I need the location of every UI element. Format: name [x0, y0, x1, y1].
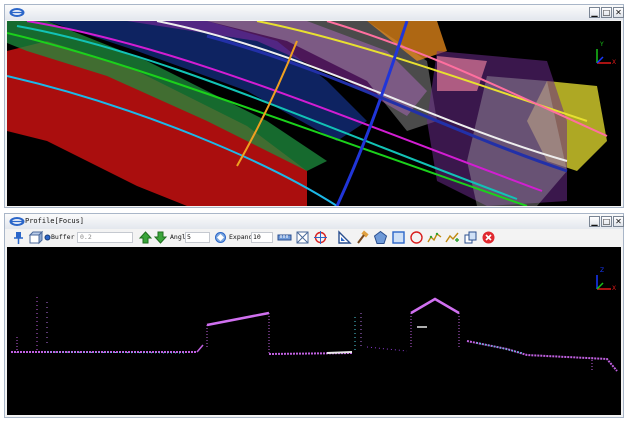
- line-add-icon[interactable]: [445, 230, 460, 245]
- maximize-button[interactable]: □: [601, 216, 612, 227]
- profile-points: [11, 297, 618, 372]
- app-logo-icon: [9, 8, 25, 17]
- arrow-up-icon[interactable]: [138, 230, 153, 245]
- point-cloud-plan-view: [7, 21, 611, 206]
- polygon-icon[interactable]: [373, 230, 388, 245]
- maximize-button[interactable]: □: [601, 7, 612, 18]
- axis-label-y: Y: [600, 41, 604, 48]
- angle-input[interactable]: 5: [185, 232, 210, 243]
- axis-label-z: Z: [600, 267, 605, 274]
- target-icon[interactable]: [313, 230, 328, 245]
- plan-view-window: ▁ □ ✕ Y X: [4, 4, 624, 208]
- buffer-label: Buffer: [51, 233, 75, 241]
- buffer-radio-icon[interactable]: [44, 230, 51, 245]
- measure-ruler-icon[interactable]: [277, 230, 292, 245]
- layer-cube-icon[interactable]: [28, 230, 43, 245]
- profile-window: Profile[Focus] ▁ □ ✕ Buffer 0.2 Angle 5 …: [4, 213, 624, 418]
- profile-view-canvas[interactable]: Z X: [7, 247, 621, 415]
- title-bar: ▁ □ ✕: [5, 5, 624, 20]
- minimize-button[interactable]: ▁: [589, 216, 600, 227]
- rectangle-select-icon[interactable]: [391, 230, 406, 245]
- export-icon[interactable]: [463, 230, 478, 245]
- polyline-icon[interactable]: [427, 230, 442, 245]
- minimize-button[interactable]: ▁: [589, 7, 600, 18]
- profile-toolbar: Buffer 0.2 Angle 5 Expand 10: [7, 229, 621, 247]
- extent-icon[interactable]: [295, 230, 310, 245]
- expand-label: Expand: [229, 233, 253, 241]
- triangle-ruler-icon[interactable]: [337, 230, 352, 245]
- circle-icon[interactable]: [409, 230, 424, 245]
- hammer-icon[interactable]: [355, 230, 370, 245]
- window-title: Profile[Focus]: [25, 217, 85, 225]
- axis-label-x: X: [612, 59, 617, 66]
- pin-icon[interactable]: [11, 230, 26, 245]
- app-logo-icon: [9, 217, 25, 226]
- point-cloud-profile-view: [11, 275, 618, 372]
- expand-input[interactable]: 10: [251, 232, 273, 243]
- close-button[interactable]: ✕: [613, 7, 624, 18]
- title-bar: Profile[Focus] ▁ □ ✕: [5, 214, 624, 229]
- buffer-input[interactable]: 0.2: [77, 232, 133, 243]
- rotate-icon[interactable]: [213, 230, 228, 245]
- plan-view-canvas[interactable]: Y X: [7, 21, 621, 206]
- close-red-icon[interactable]: [481, 230, 496, 245]
- close-button[interactable]: ✕: [613, 216, 624, 227]
- arrow-down-icon[interactable]: [153, 230, 168, 245]
- axis-gizmo: [596, 275, 611, 290]
- axis-label-x: X: [612, 285, 617, 292]
- axis-gizmo: [596, 49, 611, 64]
